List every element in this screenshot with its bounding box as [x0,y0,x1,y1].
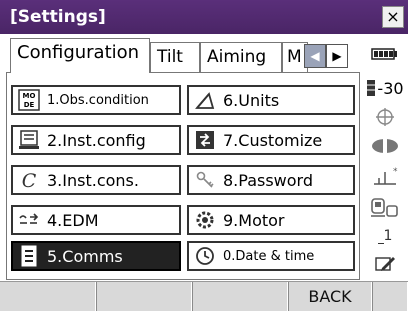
tilt-level-icon[interactable]: * [362,164,408,190]
edm-signal-icon[interactable] [362,136,408,160]
menu-label: 7.Customize [223,130,323,150]
menu-label: 0.Date & time [223,248,315,264]
softkey-2[interactable] [96,282,192,311]
softkey-1[interactable] [0,282,96,311]
menu-label: 5.Comms [47,246,123,266]
menu-label: 8.Password [223,170,313,190]
configuration-panel: MO DE 1.Obs.condition 2.Inst.config C 3.I… [6,72,360,280]
page-number: 1 [383,228,393,244]
menu-inst-config-button[interactable]: 2.Inst.config [11,125,181,155]
status-column: -30 * 1 [362,40,408,280]
instrument-icon[interactable] [362,196,408,222]
tab-configuration[interactable]: Configuration [10,38,150,73]
units-angle-icon [193,89,217,111]
softkey-3[interactable] [192,282,288,311]
input-mode-icon[interactable] [362,254,408,276]
menu-units-button[interactable]: 6.Units [187,85,355,115]
tab-prev-button[interactable]: ◀ [304,44,326,68]
tab-next-button[interactable]: ▶ [326,44,348,68]
prism-constant-display: -30 [362,76,408,100]
comms-icon [17,245,41,267]
tab-bar: M Aiming Tilt Configuration ◀ ▶ [0,34,360,73]
svg-text:C: C [22,170,37,191]
battery-icon [362,46,408,66]
menu-label: 4.EDM [47,210,99,230]
menu-date-time-button[interactable]: 0.Date & time [187,241,355,271]
settings-screen: [Settings] × M Aiming Tilt Configuration… [0,0,408,311]
constant-c-icon: C [17,169,41,191]
prism-constant-value: -30 [377,78,404,98]
back-button[interactable]: BACK [288,282,372,311]
softkey-5[interactable] [372,282,408,311]
softkey-bar: BACK [0,281,408,311]
svg-text:MO: MO [23,92,36,100]
tab-tilt[interactable]: Tilt [150,42,200,72]
page-indicator: 1 [362,228,408,250]
svg-text:*: * [393,167,398,177]
menu-obs-condition-button[interactable]: MO DE 1.Obs.condition [11,85,181,115]
motor-icon [193,209,217,231]
config-icon [17,129,41,151]
prism-icon [367,80,376,96]
customize-icon [193,129,217,151]
edm-icon [17,209,41,231]
window-title: [Settings] [10,7,106,27]
tab-aiming[interactable]: Aiming [200,42,282,72]
menu-password-button[interactable]: 8.Password [187,165,355,195]
menu-edm-button[interactable]: 4.EDM [11,205,181,235]
target-crosshair-icon[interactable] [362,106,408,130]
menu-label: 6.Units [223,90,280,110]
menu-label: 1.Obs.condition [47,92,149,108]
key-icon [193,169,217,191]
menu-comms-button[interactable]: 5.Comms [11,241,181,271]
menu-label: 3.Inst.cons. [47,170,139,190]
mode-icon: MO DE [17,89,41,111]
menu-label: 9.Motor [223,210,285,230]
menu-motor-button[interactable]: 9.Motor [187,205,355,235]
menu-label: 2.Inst.config [47,130,146,150]
menu-customize-button[interactable]: 7.Customize [187,125,355,155]
close-button[interactable]: × [382,6,404,28]
menu-inst-cons-button[interactable]: C 3.Inst.cons. [11,165,181,195]
clock-icon [193,245,217,267]
title-bar: [Settings] × [0,0,408,34]
tab-scroll-arrows: ◀ ▶ [304,44,348,68]
svg-text:DE: DE [24,101,35,109]
